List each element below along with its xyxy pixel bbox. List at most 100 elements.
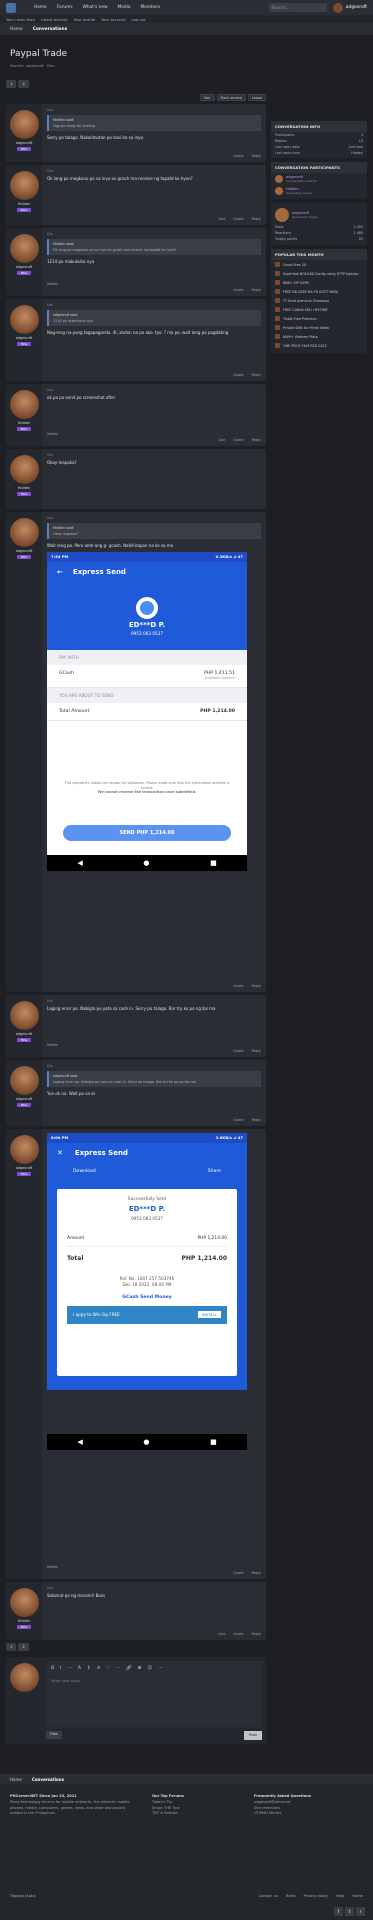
participant[interactable]: adgesroft Conversation starter — [271, 173, 367, 185]
popular-item[interactable]: Superfast NOLOAD Config using HTTP Injec… — [271, 269, 367, 278]
reply-button[interactable]: Reply — [252, 1118, 261, 1122]
nav-home[interactable]: Home — [34, 5, 47, 10]
breadcrumb-home[interactable]: Home — [10, 27, 23, 32]
reply-button[interactable]: Reply — [252, 1049, 261, 1053]
site-logo[interactable] — [6, 2, 16, 13]
quote-button[interactable]: Quote — [233, 288, 243, 292]
author[interactable]: adgesroft — [16, 1166, 33, 1170]
reply-button[interactable]: Reply — [252, 217, 261, 221]
quote-button[interactable]: Quote — [233, 438, 243, 442]
quote-button[interactable]: Quote — [233, 984, 243, 988]
footer-contact[interactable]: Contact us — [258, 1894, 277, 1898]
align-icon[interactable]: ≡ — [97, 1666, 101, 1671]
avatar[interactable] — [9, 305, 39, 334]
author[interactable]: adgesroft — [16, 141, 33, 145]
subnav-activity[interactable]: Latest activity — [41, 17, 68, 22]
popular-item-label[interactable]: FREE BB USER NA FB GOST MAYA — [283, 290, 338, 294]
user-menu[interactable]: adgesroft — [332, 2, 367, 13]
popular-item[interactable]: FREE CANVA EDU LIFETIME — [271, 305, 367, 314]
attached-screenshot-express-send[interactable]: 7:54 PM 0.3KB/s ⊿ 47 ← Express Send ED***D… — [47, 552, 247, 872]
more-insert-icon[interactable]: ⋯ — [158, 1666, 163, 1671]
nav-whats-new[interactable]: What's new — [83, 5, 108, 10]
reply-button[interactable]: Reply — [252, 438, 261, 442]
star-button[interactable]: Star — [199, 94, 215, 101]
leave-button[interactable]: Leave — [247, 94, 266, 101]
reaction-summary[interactable]: Hidden — [47, 1043, 58, 1047]
subnav-account[interactable]: Your account — [101, 17, 125, 22]
quote-button[interactable]: Quote — [233, 217, 243, 221]
message-date[interactable]: Dec — [47, 1064, 261, 1068]
attach-files-button[interactable]: Files — [46, 1731, 62, 1739]
quote-button[interactable]: Quote — [233, 1632, 243, 1636]
message-date[interactable]: Dec — [47, 169, 261, 173]
author[interactable]: adgesroft — [16, 336, 33, 340]
reply-button[interactable]: Reply — [252, 154, 261, 158]
search-input[interactable]: Search... — [268, 3, 327, 12]
rss-icon[interactable]: r — [356, 1907, 365, 1916]
popular-item[interactable]: Gmail Free 2G — [271, 260, 367, 269]
nav-media[interactable]: Media — [118, 5, 131, 10]
quote-button[interactable]: Quote — [233, 373, 243, 377]
popular-item-label[interactable]: NW9+ Vietnam Piata — [283, 335, 318, 339]
bold-icon[interactable]: B — [51, 1666, 54, 1671]
avatar[interactable] — [9, 1588, 39, 1617]
reaction-summary[interactable]: Hidden — [47, 282, 58, 286]
breadcrumb-conversations[interactable]: Conversations — [32, 1777, 64, 1782]
post-reply-button[interactable]: Post — [244, 1731, 262, 1740]
mark-unread-button[interactable]: Mark unread — [216, 94, 246, 101]
popular-item-label[interactable]: Private DNS for Prime Video — [283, 326, 329, 330]
nav-members[interactable]: Members — [140, 5, 160, 10]
popular-item-label[interactable]: FREE CANVA EDU LIFETIME — [283, 308, 328, 312]
attached-screenshot-receipt[interactable]: 8:00 PM 3.6KB/s ⊿ 47 ✕ Express Send Downlo… — [47, 1133, 247, 1450]
image-icon[interactable]: ⊞ — [138, 1666, 142, 1671]
quote-button[interactable]: Quote — [233, 1571, 243, 1575]
participant[interactable]: Hidden Secondary Hyper — [271, 185, 367, 199]
quote-button[interactable]: Quote — [233, 154, 243, 158]
facebook-icon[interactable]: f — [334, 1907, 343, 1916]
reaction-summary[interactable]: Hidden — [47, 1565, 58, 1569]
profile-header[interactable]: adgesroft Secondary Hyper — [271, 206, 367, 224]
reply-button[interactable]: Reply — [252, 373, 261, 377]
reply-button[interactable]: Reply — [252, 288, 261, 292]
message-date[interactable]: Dec — [47, 1586, 261, 1590]
breadcrumb-home[interactable]: Home — [10, 1777, 22, 1782]
nav-forums[interactable]: Forums — [57, 5, 73, 10]
popular-item[interactable]: TT Hunt premium Giveaway — [271, 296, 367, 305]
avatar[interactable] — [9, 1001, 39, 1030]
footer-privacy[interactable]: Privacy policy — [303, 1894, 328, 1898]
avatar[interactable] — [9, 234, 39, 263]
popular-item[interactable]: NW9+ Vietnam Piata — [271, 332, 367, 341]
avatar[interactable] — [9, 455, 39, 484]
author[interactable]: adgesroft — [16, 1097, 33, 1101]
author[interactable]: adgesroft — [16, 1032, 33, 1036]
popular-item[interactable]: ONE PIECE FILM RED 2022 — [271, 341, 367, 350]
footer-link[interactable]: Site reminders — [254, 1806, 280, 1810]
page-2[interactable]: 2 — [18, 80, 29, 88]
subnav-feed[interactable]: Your news feed — [6, 17, 35, 22]
link-icon[interactable]: 🔗 — [126, 1666, 132, 1671]
footer-help[interactable]: Help — [336, 1894, 344, 1898]
more-para-icon[interactable]: ⋯ — [115, 1666, 120, 1671]
reply-textarea[interactable]: B I ⋯ A ↕ ≡ ∷ ⋯ 🔗 ⊞ ☺ ⋯ Write your reply… — [46, 1661, 262, 1727]
avatar[interactable] — [9, 1066, 39, 1095]
author[interactable]: Hidden — [18, 486, 30, 490]
quote-author[interactable]: adgesroft said: — [53, 1074, 257, 1078]
quote-button[interactable]: Quote — [233, 1049, 243, 1053]
footer-rules[interactable]: Rules — [286, 1894, 296, 1898]
popular-item-label[interactable]: Tiktok Free Premium — [283, 317, 317, 321]
popular-item-label[interactable]: BBB+ VIP (UHP) — [283, 281, 309, 285]
popular-item-label[interactable]: TT Hunt premium Giveaway — [283, 299, 329, 303]
like-button[interactable]: Like — [219, 438, 226, 442]
avatar[interactable] — [9, 110, 39, 139]
subnav-logout[interactable]: Log out — [131, 17, 145, 22]
quote-button[interactable]: Quote — [233, 1118, 243, 1122]
emoji-icon[interactable]: ☺ — [147, 1666, 152, 1671]
author[interactable]: Hidden — [18, 1619, 30, 1623]
reply-button[interactable]: Reply — [252, 1571, 261, 1575]
avatar[interactable] — [9, 1135, 39, 1164]
author[interactable]: adgesroft — [16, 265, 33, 269]
page-2[interactable]: 2 — [18, 1643, 29, 1651]
like-button[interactable]: Like — [219, 217, 226, 221]
popular-item[interactable]: FREE BB USER NA FB GOST MAYA — [271, 287, 367, 296]
author[interactable]: adgesroft — [16, 549, 33, 553]
